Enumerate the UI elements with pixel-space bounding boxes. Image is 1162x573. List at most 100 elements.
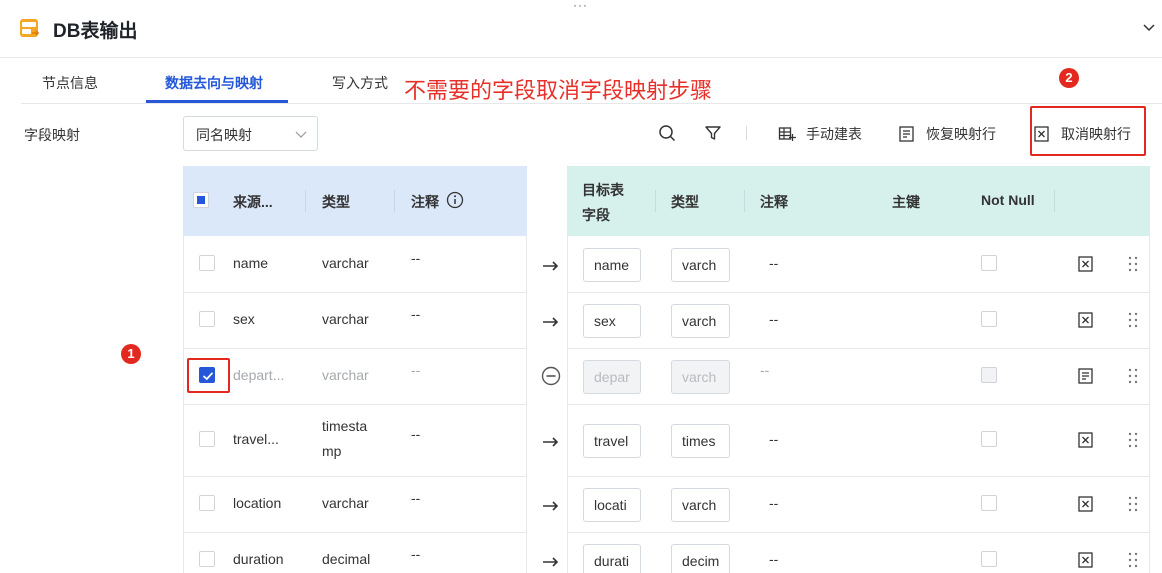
row-divider bbox=[183, 532, 527, 533]
source-field-comment: -- bbox=[411, 250, 421, 266]
source-field-type: varchar bbox=[322, 367, 369, 383]
row-divider bbox=[567, 532, 1150, 533]
source-field-comment: -- bbox=[411, 546, 421, 562]
target-field-input[interactable]: sex bbox=[583, 304, 641, 338]
table-add-icon bbox=[778, 127, 796, 141]
tab-data-mapping[interactable]: 数据去向与映射 bbox=[165, 73, 263, 93]
target-field-input[interactable]: locati bbox=[583, 488, 641, 522]
not-null-checkbox[interactable] bbox=[981, 431, 997, 447]
source-field-type: varchar bbox=[322, 311, 369, 327]
drag-handle-icon[interactable] bbox=[1126, 255, 1140, 273]
cancel-row-icon[interactable] bbox=[1077, 551, 1095, 569]
source-field-name: name bbox=[233, 255, 269, 271]
target-pk-header: 主键 bbox=[892, 194, 920, 210]
row-divider bbox=[183, 292, 527, 293]
target-type-input[interactable]: varch bbox=[671, 488, 730, 522]
target-table-header: 目标表 字段 类型 注释 主键 Not Null bbox=[567, 166, 1150, 236]
target-field-comment: -- bbox=[769, 255, 779, 271]
row-select-checkbox[interactable] bbox=[199, 431, 215, 447]
source-field-name: depart... bbox=[233, 367, 285, 383]
tab-write-mode[interactable]: 写入方式 bbox=[332, 73, 388, 93]
panel-header: DB表输出 bbox=[0, 0, 1162, 58]
target-field-comment: -- bbox=[769, 551, 779, 567]
target-field-input[interactable]: name bbox=[583, 248, 641, 282]
target-type-input[interactable]: decim bbox=[671, 544, 730, 573]
row-divider bbox=[567, 348, 1150, 349]
annotation-box-cancel bbox=[1030, 106, 1146, 156]
filter-icon[interactable] bbox=[704, 124, 722, 142]
target-field-comment: -- bbox=[769, 495, 779, 511]
not-null-checkbox[interactable] bbox=[981, 367, 997, 383]
annotation-box-checkbox bbox=[187, 358, 230, 393]
target-notnull-header: Not Null bbox=[981, 192, 1035, 208]
chevron-down-icon[interactable] bbox=[1142, 20, 1156, 34]
info-icon[interactable] bbox=[446, 191, 464, 209]
select-all-checkbox[interactable] bbox=[193, 192, 209, 208]
target-comment-header: 注释 bbox=[760, 194, 788, 210]
arrow-right-icon bbox=[543, 501, 559, 511]
target-type-input[interactable]: varch bbox=[671, 304, 730, 338]
target-field-input[interactable]: durati bbox=[583, 544, 641, 573]
target-field-input[interactable]: depar bbox=[583, 360, 641, 394]
row-select-checkbox[interactable] bbox=[199, 551, 215, 567]
source-field-comment: -- bbox=[411, 306, 421, 322]
row-select-checkbox[interactable] bbox=[199, 311, 215, 327]
source-field-name: sex bbox=[233, 311, 255, 327]
row-divider bbox=[183, 404, 527, 405]
drag-handle-icon[interactable] bbox=[1126, 311, 1140, 329]
target-field-comment: -- bbox=[769, 431, 779, 447]
arrow-right-icon bbox=[543, 261, 559, 271]
db-output-icon bbox=[20, 19, 40, 37]
arrow-right-icon bbox=[543, 437, 559, 447]
source-comment-header: 注释 bbox=[411, 194, 439, 210]
row-divider bbox=[183, 476, 527, 477]
target-type-input[interactable]: varch bbox=[671, 360, 730, 394]
target-type-header: 类型 bbox=[671, 194, 699, 210]
target-field-input[interactable]: travel bbox=[583, 424, 641, 458]
row-divider bbox=[567, 292, 1150, 293]
drag-handle-icon[interactable] bbox=[1126, 367, 1140, 385]
target-field-header-line2: 字段 bbox=[582, 207, 610, 223]
target-field-comment: -- bbox=[769, 311, 779, 327]
restore-row-icon[interactable] bbox=[1077, 367, 1095, 385]
cancel-row-icon[interactable] bbox=[1077, 431, 1095, 449]
source-field-name: location bbox=[233, 495, 282, 511]
annotation-badge-2: 2 bbox=[1059, 68, 1079, 88]
target-type-input[interactable]: varch bbox=[671, 248, 730, 282]
not-null-checkbox[interactable] bbox=[981, 311, 997, 327]
drag-handle-icon[interactable] bbox=[1126, 495, 1140, 513]
cancel-row-icon[interactable] bbox=[1077, 495, 1095, 513]
source-field-name: duration bbox=[233, 551, 284, 567]
source-field-name: travel... bbox=[233, 431, 279, 447]
row-select-checkbox[interactable] bbox=[199, 495, 215, 511]
source-field-type: timesta bbox=[322, 418, 368, 434]
not-null-checkbox[interactable] bbox=[981, 495, 997, 511]
mapping-mode-select[interactable]: 同名映射 bbox=[183, 116, 318, 151]
source-name-header: 来源... bbox=[233, 194, 273, 210]
source-field-comment: -- bbox=[411, 490, 421, 506]
row-select-checkbox[interactable] bbox=[199, 255, 215, 271]
manual-create-table-button[interactable]: 手动建表 bbox=[778, 124, 862, 144]
source-field-type: decimal bbox=[322, 551, 371, 567]
active-tab-indicator bbox=[146, 100, 288, 103]
target-type-input[interactable]: times bbox=[671, 424, 730, 458]
drag-handle-icon[interactable] bbox=[1126, 431, 1140, 449]
not-null-checkbox[interactable] bbox=[981, 255, 997, 271]
search-icon[interactable] bbox=[658, 124, 676, 142]
target-field-header: 目标表 bbox=[582, 182, 624, 198]
page-title: DB表输出 bbox=[53, 21, 138, 42]
cancel-row-icon[interactable] bbox=[1077, 255, 1095, 273]
field-mapping-label: 字段映射 bbox=[24, 127, 80, 143]
toolbar-divider bbox=[746, 126, 747, 140]
drag-handle-icon[interactable] bbox=[1126, 551, 1140, 569]
source-field-type: varchar bbox=[322, 495, 369, 511]
restore-mapping-row-button[interactable]: 恢复映射行 bbox=[898, 124, 996, 144]
restore-mapping-row-label: 恢复映射行 bbox=[926, 126, 996, 142]
row-divider bbox=[567, 404, 1150, 405]
not-null-checkbox[interactable] bbox=[981, 551, 997, 567]
chevron-down-icon bbox=[295, 131, 307, 138]
source-field-comment: -- bbox=[411, 362, 421, 378]
tab-node-info[interactable]: 节点信息 bbox=[42, 73, 98, 93]
cancel-row-icon[interactable] bbox=[1077, 311, 1095, 329]
row-divider bbox=[567, 476, 1150, 477]
